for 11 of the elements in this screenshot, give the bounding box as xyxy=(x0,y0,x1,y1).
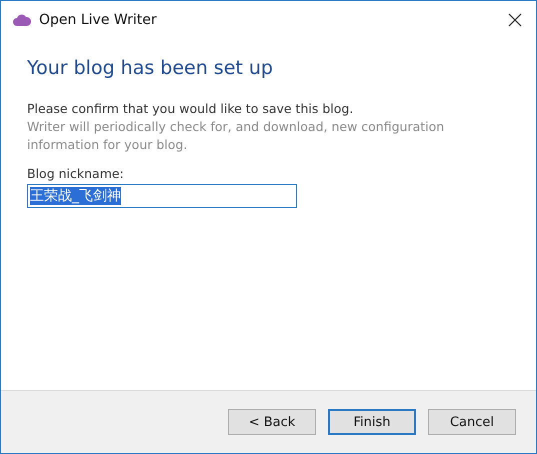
field-label: Blog nickname: xyxy=(27,166,125,181)
prompt-text: Please confirm that you would like to save this blog. xyxy=(27,101,354,116)
dialog-button[interactable]: < Back xyxy=(228,409,316,435)
window-title: Open Live Writer xyxy=(39,12,158,28)
page-heading: Your blog has been set up xyxy=(27,57,274,79)
dialog-button[interactable]: Cancel xyxy=(428,409,516,435)
cloud-icon xyxy=(13,14,31,26)
nickname-field[interactable]: 王荣战_飞剑神 xyxy=(27,184,297,208)
dialog-button[interactable]: Finish xyxy=(328,409,416,435)
note-text: Writer will periodically check for, and download, new configuration information for your blog. xyxy=(27,118,446,154)
close-icon[interactable] xyxy=(508,13,522,27)
